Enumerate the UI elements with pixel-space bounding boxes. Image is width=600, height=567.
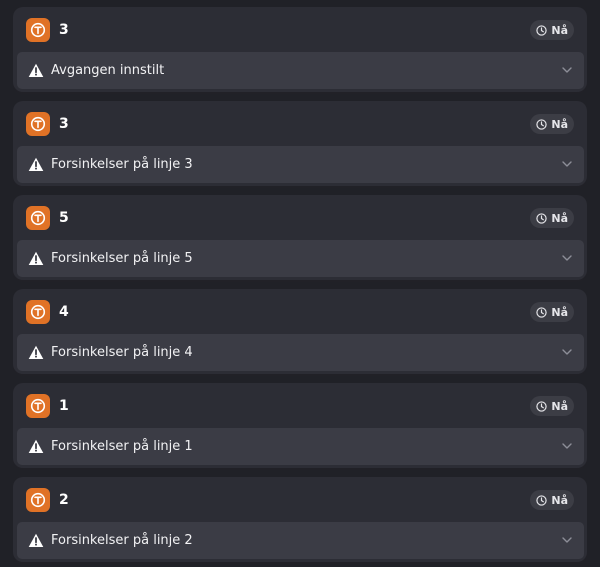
alert-text: Forsinkelser på linje 3 — [51, 157, 193, 172]
time-badge: Nå — [530, 20, 574, 40]
clock-icon — [536, 400, 548, 412]
departure-time: Nå — [551, 399, 568, 413]
departure-card: 4 Nå Forsinkelser på linje 4 — [13, 289, 587, 376]
alert-expander[interactable]: Forsinkelser på linje 2 — [17, 522, 584, 559]
line-number: 4 — [59, 304, 69, 320]
departure-time: Nå — [551, 23, 568, 37]
alert-expander[interactable]: Avgangen innstilt — [17, 52, 584, 89]
departure-card: 3 Nå Forsinkelser på linje 3 — [13, 101, 587, 188]
alert-text: Avgangen innstilt — [51, 63, 165, 78]
departure-header: 3 Nå — [13, 7, 587, 53]
alert-expander[interactable]: Forsinkelser på linje 4 — [17, 334, 584, 371]
chevron-down-icon — [562, 537, 572, 543]
departure-header: 1 Nå — [13, 383, 587, 429]
warning-icon — [28, 439, 44, 453]
chevron-down-icon — [562, 255, 572, 261]
clock-icon — [536, 494, 548, 506]
time-badge: Nå — [530, 208, 574, 228]
chevron-down-icon — [562, 443, 572, 449]
line-number: 3 — [59, 116, 69, 132]
alert-expander[interactable]: Forsinkelser på linje 5 — [17, 240, 584, 277]
tram-icon — [26, 112, 50, 136]
departure-time: Nå — [551, 211, 568, 225]
clock-icon — [536, 24, 548, 36]
chevron-down-icon — [562, 161, 572, 167]
departure-header: 2 Nå — [13, 477, 587, 523]
clock-icon — [536, 306, 548, 318]
chevron-down-icon — [562, 67, 572, 73]
departure-time: Nå — [551, 493, 568, 507]
line-number: 3 — [59, 22, 69, 38]
alert-text: Forsinkelser på linje 2 — [51, 533, 193, 548]
alert-text: Forsinkelser på linje 5 — [51, 251, 193, 266]
departure-header: 4 Nå — [13, 289, 587, 335]
warning-icon — [28, 251, 44, 265]
departure-card: 5 Nå Forsinkelser på linje 5 — [13, 195, 587, 282]
departure-header: 3 Nå — [13, 101, 587, 147]
line-number: 5 — [59, 210, 69, 226]
line-number: 2 — [59, 492, 69, 508]
tram-icon — [26, 300, 50, 324]
warning-icon — [28, 533, 44, 547]
warning-icon — [28, 345, 44, 359]
line-number: 1 — [59, 398, 69, 414]
departure-header: 5 Nå — [13, 195, 587, 241]
departure-time: Nå — [551, 117, 568, 131]
warning-icon — [28, 157, 44, 171]
tram-icon — [26, 394, 50, 418]
tram-icon — [26, 18, 50, 42]
departure-card: 2 Nå Forsinkelser på linje 2 — [13, 477, 587, 564]
alert-text: Forsinkelser på linje 1 — [51, 439, 193, 454]
clock-icon — [536, 212, 548, 224]
tram-icon — [26, 488, 50, 512]
time-badge: Nå — [530, 490, 574, 510]
time-badge: Nå — [530, 114, 574, 134]
time-badge: Nå — [530, 396, 574, 416]
departure-card: 1 Nå Forsinkelser på linje 1 — [13, 383, 587, 470]
departure-list: 3 Nå Avgangen innstilt 3 Nå Forsinkelser… — [0, 0, 600, 567]
clock-icon — [536, 118, 548, 130]
warning-icon — [28, 63, 44, 77]
time-badge: Nå — [530, 302, 574, 322]
alert-expander[interactable]: Forsinkelser på linje 3 — [17, 146, 584, 183]
alert-text: Forsinkelser på linje 4 — [51, 345, 193, 360]
departure-card: 3 Nå Avgangen innstilt — [13, 7, 587, 94]
chevron-down-icon — [562, 349, 572, 355]
tram-icon — [26, 206, 50, 230]
alert-expander[interactable]: Forsinkelser på linje 1 — [17, 428, 584, 465]
departure-time: Nå — [551, 305, 568, 319]
